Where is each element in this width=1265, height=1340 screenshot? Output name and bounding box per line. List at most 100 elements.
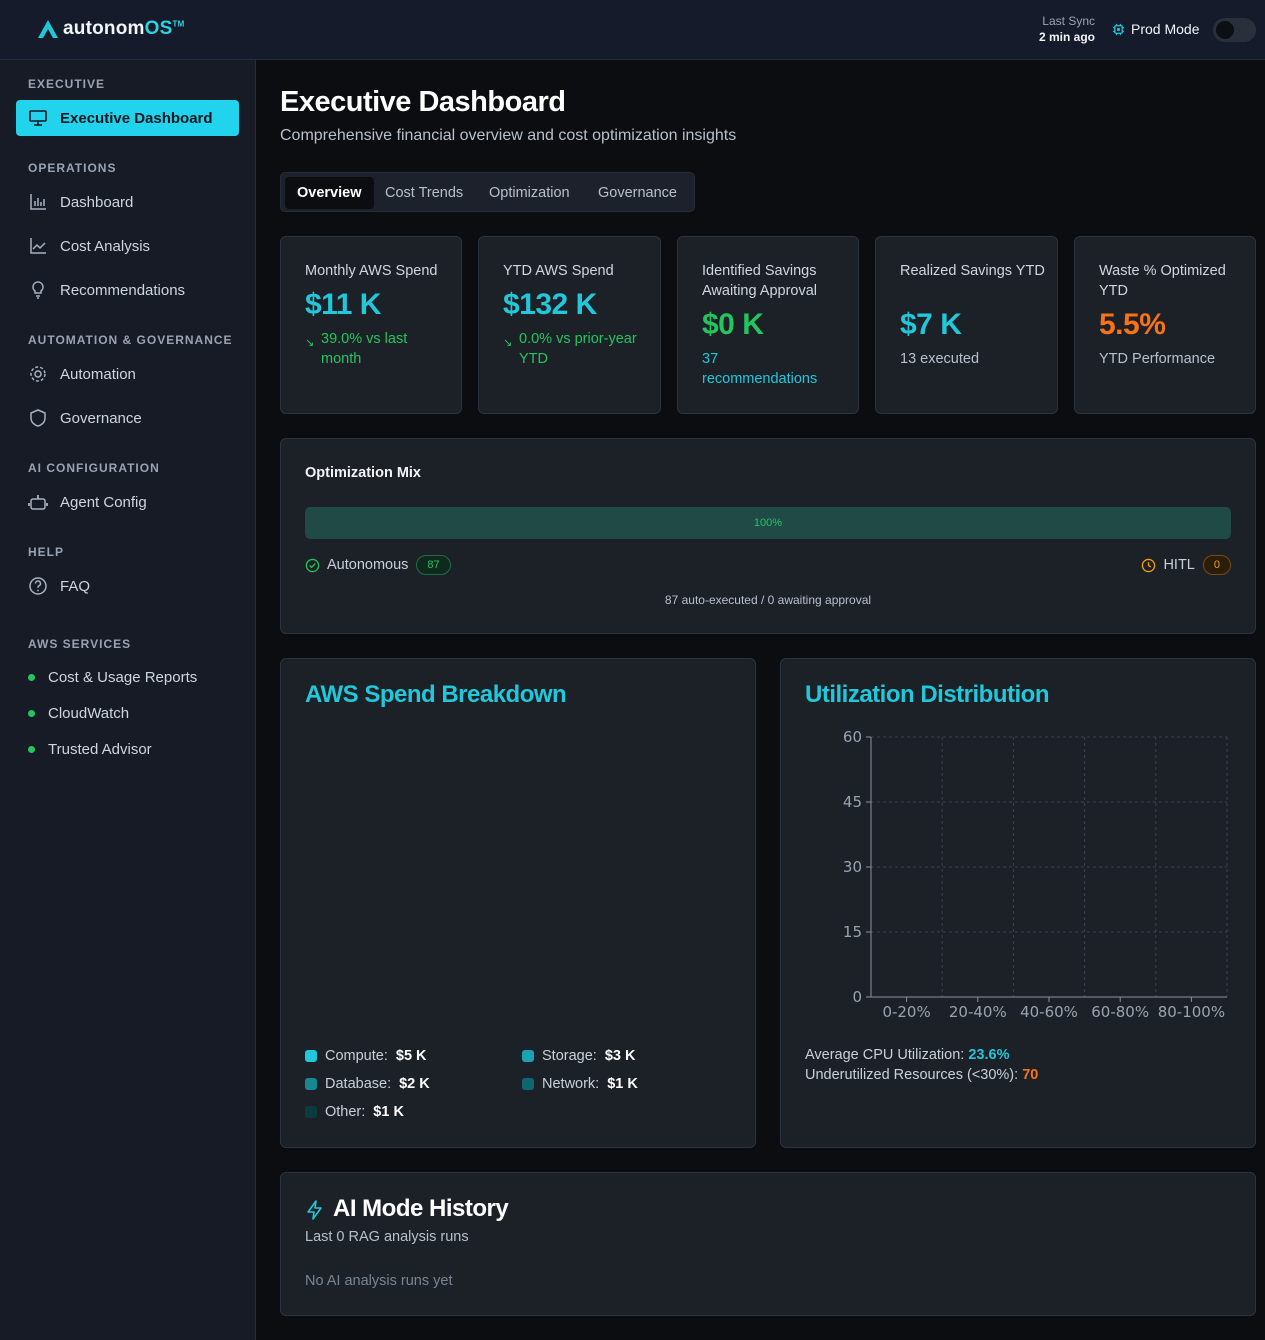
tab-governance[interactable]: Governance xyxy=(586,177,689,209)
toggle-knob xyxy=(1216,21,1234,39)
kpi-sub: 13 executed xyxy=(900,351,980,367)
sidebar-item-faq[interactable]: FAQ xyxy=(16,568,239,604)
sidebar-item-label: Dashboard xyxy=(60,193,134,211)
legend-item-network: Network: $1 K xyxy=(522,1076,638,1092)
kpi-value: $7 K xyxy=(900,308,962,341)
legend-item-compute: Compute: $5 K xyxy=(305,1048,427,1064)
optimization-progress-bar: 100% xyxy=(305,507,1231,539)
kpi-card-monthly-spend: Monthly AWS Spend $11 K ↘ 39.0% vs last … xyxy=(280,236,462,414)
section-help: HELP xyxy=(28,545,65,559)
hitl-label: HITL xyxy=(1163,557,1195,573)
sidebar-item-label: Governance xyxy=(60,409,142,427)
legend-swatch xyxy=(522,1078,534,1090)
sidebar-item-recommendations[interactable]: Recommendations xyxy=(16,272,239,308)
gear-icon xyxy=(28,364,48,384)
help-circle-icon xyxy=(28,576,48,596)
prod-mode-label: Prod Mode xyxy=(1131,21,1200,37)
spend-breakdown-title: AWS Spend Breakdown xyxy=(305,681,567,708)
kpi-card-waste-optimized: Waste % Optimized YTD 5.5% YTD Performan… xyxy=(1074,236,1256,414)
sidebar-item-cost-analysis[interactable]: Cost Analysis xyxy=(16,228,239,264)
aws-service-label: CloudWatch xyxy=(48,705,130,722)
progress-fill: 100% xyxy=(306,508,1230,538)
sidebar-item-label: Executive Dashboard xyxy=(60,109,213,127)
aws-service-label: Trusted Advisor xyxy=(48,741,152,758)
kpi-value: $0 K xyxy=(702,308,764,341)
logo-icon xyxy=(38,20,58,38)
last-sync-value: 2 min ago xyxy=(1038,30,1095,44)
sidebar-item-governance[interactable]: Governance xyxy=(16,400,239,436)
legend-swatch xyxy=(305,1078,317,1090)
bar-chart-icon xyxy=(28,192,48,212)
aws-service-item[interactable]: Cost & Usage Reports xyxy=(28,669,197,686)
tab-optimization[interactable]: Optimization xyxy=(477,177,582,209)
sidebar-item-automation[interactable]: Automation xyxy=(16,356,239,392)
status-dot xyxy=(28,710,35,717)
x-tick-label: 20-40% xyxy=(949,1003,1007,1019)
sidebar-item-agent-config[interactable]: Agent Config xyxy=(16,484,239,520)
last-sync-label: Last Sync xyxy=(1042,14,1095,28)
trend-down-icon: ↘ xyxy=(305,337,315,349)
check-circle-icon xyxy=(305,558,320,572)
sidebar-item-executive-dashboard[interactable]: Executive Dashboard xyxy=(16,100,239,136)
status-dot xyxy=(28,674,35,681)
bot-icon xyxy=(28,492,48,512)
clock-icon xyxy=(1142,558,1156,572)
page-title: Executive Dashboard xyxy=(280,86,566,118)
autonomous-label: Autonomous xyxy=(327,557,409,573)
tab-overview[interactable]: Overview xyxy=(285,177,374,209)
kpi-card-realized-savings: Realized Savings YTD $7 K 13 executed xyxy=(875,236,1058,414)
aws-service-item[interactable]: CloudWatch xyxy=(28,705,129,722)
logo-text: autonomOSTM xyxy=(63,18,185,39)
ai-history-subtitle: Last 0 RAG analysis runs xyxy=(305,1229,469,1245)
legend-swatch xyxy=(522,1050,534,1062)
sidebar-item-label: Recommendations xyxy=(60,281,186,299)
page-subtitle: Comprehensive financial overview and cos… xyxy=(280,127,737,144)
tab-bar: Overview Cost Trends Optimization Govern… xyxy=(280,172,695,212)
sidebar-item-label: Agent Config xyxy=(60,493,147,511)
kpi-sub[interactable]: 37 recommendations xyxy=(702,349,832,389)
last-sync: Last Sync 2 min ago xyxy=(1039,14,1095,44)
legend-item-database: Database: $2 K xyxy=(305,1076,430,1092)
lightbulb-icon xyxy=(28,280,48,300)
legend-swatch xyxy=(305,1050,317,1062)
tab-cost-trends[interactable]: Cost Trends xyxy=(373,177,475,209)
presentation-icon xyxy=(28,108,48,128)
utilization-title: Utilization Distribution xyxy=(805,681,1049,708)
section-operations: OPERATIONS xyxy=(28,161,117,175)
main-content: Executive Dashboard Comprehensive financ… xyxy=(256,60,1265,1340)
sidebar-item-dashboard[interactable]: Dashboard xyxy=(16,184,239,220)
app-logo[interactable]: autonomOSTM xyxy=(37,18,184,40)
spend-breakdown-card: AWS Spend Breakdown Compute: $5 K Storage… xyxy=(280,658,756,1148)
kpi-title: Realized Savings YTD xyxy=(900,263,1045,279)
hitl-count-badge: 0 xyxy=(1202,555,1231,575)
x-tick-label: 0-20% xyxy=(882,1003,930,1019)
kpi-value: $11 K xyxy=(305,288,381,321)
y-tick-label: 15 xyxy=(843,923,862,941)
sidebar-item-label: Automation xyxy=(60,365,136,383)
kpi-sub: YTD Performance xyxy=(1099,351,1216,367)
y-tick-label: 0 xyxy=(852,988,862,1006)
kpi-trend: ↘ 0.0% vs prior-year YTD xyxy=(503,331,637,367)
x-tick-label: 80-100% xyxy=(1158,1003,1225,1019)
utilization-chart: 0 15 30 45 60 0-20% 20-40% 40-60% 60-80% 80-100% xyxy=(843,728,1228,1019)
y-tick-label: 30 xyxy=(843,858,862,876)
kpi-card-identified-savings: Identified Savings Awaiting Approval $0 … xyxy=(677,236,859,414)
prod-mode-toggle[interactable] xyxy=(1213,18,1256,42)
autonomous-count-badge: 87 xyxy=(416,555,451,575)
utilization-card: Utilization Distribution 0 15 30 45 60 0-20% 2… xyxy=(780,658,1256,1148)
y-tick-label: 45 xyxy=(843,793,862,811)
trend-down-icon: ↘ xyxy=(503,337,513,349)
kpi-value: 5.5% xyxy=(1099,308,1166,341)
y-tick-label: 60 xyxy=(843,728,862,746)
section-automation: AUTOMATION & GOVERNANCE xyxy=(28,333,233,347)
shield-icon xyxy=(28,408,48,428)
underutilized-line: Underutilized Resources (<30%): 70 xyxy=(805,1067,1039,1083)
autonomous-legend: Autonomous 87 xyxy=(305,555,451,575)
ai-history-empty: No AI analysis runs yet xyxy=(305,1273,453,1289)
aws-service-item[interactable]: Trusted Advisor xyxy=(28,741,152,758)
section-ai-configuration: AI CONFIGURATION xyxy=(28,461,160,475)
avg-cpu-line: Average CPU Utilization: 23.6% xyxy=(805,1047,1010,1063)
sidebar: EXECUTIVE Executive Dashboard OPERATIONS… xyxy=(0,60,256,1340)
sidebar-item-label: FAQ xyxy=(60,577,91,595)
aws-service-label: Cost & Usage Reports xyxy=(48,669,198,686)
